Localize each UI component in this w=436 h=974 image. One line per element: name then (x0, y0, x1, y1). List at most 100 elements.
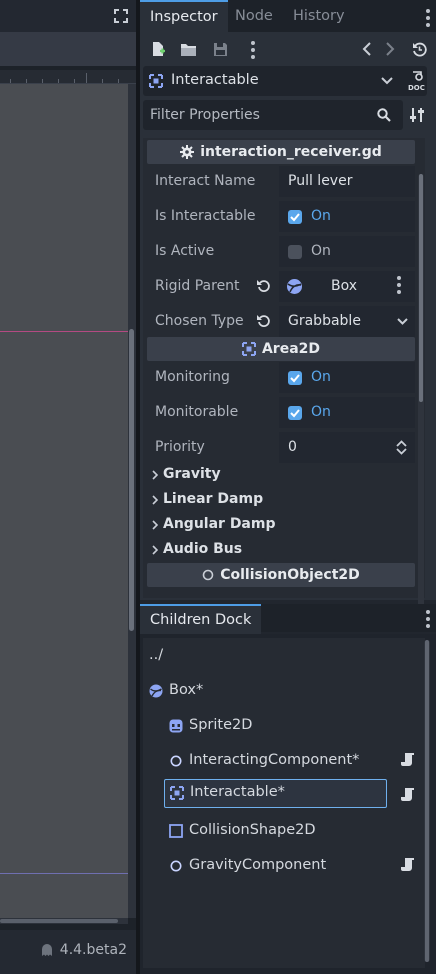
spin-arrows-icon[interactable] (396, 440, 407, 455)
is-active-toggle[interactable]: On (279, 236, 415, 267)
filter-properties-field[interactable]: Filter Properties (143, 100, 403, 130)
rigidbody-icon (287, 279, 302, 294)
property-monitorable: Monitorable On (147, 395, 415, 430)
recent-history-icon[interactable] (408, 38, 430, 60)
is-interactable-toggle[interactable]: On (279, 201, 415, 232)
checkbox-checked-icon[interactable] (288, 406, 302, 420)
viewport-canvas[interactable] (0, 84, 128, 918)
history-forward-icon[interactable] (379, 38, 401, 60)
viewport-vertical-scrollbar[interactable] (128, 84, 136, 918)
update-spinner-icon[interactable] (40, 943, 54, 957)
property-settings-icon[interactable] (406, 104, 428, 126)
list-item-label: CollisionShape2D (189, 822, 316, 838)
area2d-section-header[interactable]: Area2D (147, 337, 415, 361)
collision-object-section-header[interactable]: CollisionObject2D (147, 563, 415, 587)
inspector-panel: Interactable DOC Filter Properties inter… (140, 32, 436, 628)
list-item-box[interactable]: Box* (149, 676, 349, 706)
chevron-down-icon (397, 318, 408, 325)
group-audio-bus[interactable]: Audio Bus (147, 538, 415, 563)
area2d-icon (170, 786, 184, 800)
checkbox-state: On (311, 404, 331, 420)
property-chosen-type: Chosen Type Grabbable (147, 304, 415, 339)
chevron-down-icon (381, 77, 393, 85)
script-section-header[interactable]: interaction_receiver.gd (147, 140, 415, 164)
children-list: ../ Box* Sprite2D InteractingComponent* (143, 638, 425, 968)
children-dock-scrollbar[interactable] (424, 640, 430, 962)
property-label: Rigid Parent (155, 278, 240, 294)
script-section-title: interaction_receiver.gd (200, 144, 382, 160)
node-circle-icon (170, 860, 182, 872)
fullscreen-icon[interactable] (113, 8, 129, 24)
property-list: interaction_receiver.gd Interact Name Pu… (143, 138, 425, 598)
viewport-vertical-scroll-thumb[interactable] (129, 329, 134, 631)
interact-name-field[interactable]: Pull lever (279, 166, 415, 197)
property-label: Is Interactable (155, 208, 256, 224)
search-icon (377, 108, 391, 122)
viewport-boundary-line (0, 873, 128, 874)
tab-node[interactable]: Node (225, 0, 283, 32)
list-item-interactable[interactable]: Interactable* (164, 779, 387, 808)
open-folder-icon[interactable] (177, 38, 199, 60)
chosen-type-value: Grabbable (288, 313, 361, 329)
property-label: Priority (155, 439, 205, 455)
tab-children-dock[interactable]: Children Dock (140, 604, 262, 634)
inspector-scroll-thumb[interactable] (419, 174, 423, 402)
group-linear-damp[interactable]: Linear Damp (147, 488, 415, 513)
rigid-parent-field[interactable]: Box (279, 271, 415, 302)
tab-inspector[interactable]: Inspector (140, 0, 228, 32)
priority-spinbox[interactable]: 0 (279, 432, 415, 463)
viewport-horizontal-scrollbar[interactable] (0, 918, 128, 924)
children-dock-body: ../ Box* Sprite2D InteractingComponent* (140, 634, 436, 974)
property-label: Monitoring (155, 369, 230, 385)
filter-properties-placeholder: Filter Properties (150, 107, 260, 123)
list-item-gravity-component[interactable]: GravityComponent (169, 851, 399, 881)
group-gravity[interactable]: Gravity (147, 463, 415, 488)
group-angular-damp[interactable]: Angular Damp (147, 513, 415, 538)
monitorable-toggle[interactable]: On (279, 397, 415, 428)
revert-icon[interactable] (257, 314, 271, 328)
save-icon[interactable] (209, 38, 231, 60)
node-selector[interactable]: Interactable (143, 66, 427, 96)
collision-object-section-title: CollisionObject2D (220, 567, 360, 583)
dock-menu-icon[interactable] (426, 610, 430, 631)
script-icon[interactable] (401, 857, 415, 871)
tabbar-menu-icon[interactable] (426, 9, 430, 30)
list-item-label: GravityComponent (189, 857, 327, 873)
area2d-section-title: Area2D (261, 341, 321, 357)
list-item-collision-shape[interactable]: CollisionShape2D (169, 816, 369, 846)
revert-icon[interactable] (257, 279, 271, 293)
rigid-parent-menu-icon[interactable] (397, 276, 401, 297)
script-icon[interactable] (401, 787, 415, 801)
list-item-parent-dir[interactable]: ../ (149, 641, 349, 671)
sprite2d-icon (169, 719, 183, 733)
svg-text:DOC: DOC (408, 84, 425, 91)
history-back-icon[interactable] (356, 38, 378, 60)
node-circle-icon (170, 755, 182, 767)
list-item-sprite2d[interactable]: Sprite2D (169, 711, 369, 741)
interact-name-value: Pull lever (288, 173, 353, 189)
list-item-label: InteractingComponent* (189, 752, 360, 768)
script-icon[interactable] (401, 752, 415, 766)
viewport-panel: 4.4.beta2 (0, 0, 136, 974)
list-item-label: Interactable* (190, 784, 285, 800)
priority-value: 0 (288, 439, 297, 455)
group-label: Linear Damp (163, 491, 264, 507)
list-item-label: Sprite2D (189, 717, 253, 733)
group-label: Angular Damp (163, 516, 276, 532)
checkbox-checked-icon[interactable] (288, 210, 302, 224)
rigidbody-icon (149, 684, 163, 698)
viewport-horizontal-scroll-thumb[interactable] (0, 919, 118, 923)
gear-icon (180, 145, 195, 159)
monitoring-toggle[interactable]: On (279, 362, 415, 393)
inspector-scrollbar[interactable] (418, 174, 424, 628)
inspector-menu-icon[interactable] (251, 41, 255, 62)
chosen-type-dropdown[interactable]: Grabbable (279, 306, 415, 337)
open-docs-icon[interactable]: DOC (406, 70, 428, 92)
new-resource-icon[interactable] (147, 38, 169, 60)
checkbox-checked-icon[interactable] (288, 371, 302, 385)
viewport-toolbar (0, 32, 136, 66)
list-item-interacting-component[interactable]: InteractingComponent* (169, 746, 399, 776)
tab-history[interactable]: History (283, 0, 355, 32)
checkbox-unchecked-icon[interactable] (288, 245, 302, 259)
children-dock-scroll-thumb[interactable] (425, 640, 429, 962)
